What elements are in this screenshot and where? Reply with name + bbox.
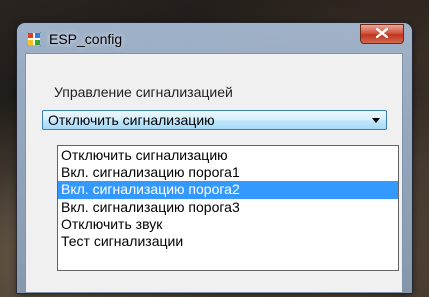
dropdown-option-highlighted[interactable]: Вкл. сигнализацию порога2 bbox=[58, 181, 398, 199]
window-title: ESP_config bbox=[49, 31, 123, 47]
combobox-selected-value: Отключить сигнализацию bbox=[48, 112, 215, 128]
dropdown-option[interactable]: Вкл. сигнализацию порога3 bbox=[58, 199, 398, 216]
alarm-control-combobox[interactable]: Отключить сигнализацию bbox=[42, 110, 387, 130]
title-bar[interactable]: ESP_config bbox=[17, 23, 412, 53]
close-icon bbox=[375, 25, 389, 43]
alarm-options-dropdown: Отключить сигнализацию Вкл. сигнализацию… bbox=[57, 145, 399, 271]
chevron-down-icon[interactable] bbox=[372, 118, 380, 123]
dropdown-option[interactable]: Вкл. сигнализацию порога1 bbox=[58, 164, 398, 181]
app-icon bbox=[26, 31, 42, 47]
dropdown-option[interactable]: Отключить сигнализацию bbox=[58, 147, 398, 164]
dropdown-option[interactable]: Отключить звук bbox=[58, 216, 398, 233]
dropdown-option[interactable]: Тест сигнализации bbox=[58, 233, 398, 250]
alarm-control-label: Управление сигнализацией bbox=[54, 84, 233, 100]
close-button[interactable] bbox=[360, 24, 404, 44]
